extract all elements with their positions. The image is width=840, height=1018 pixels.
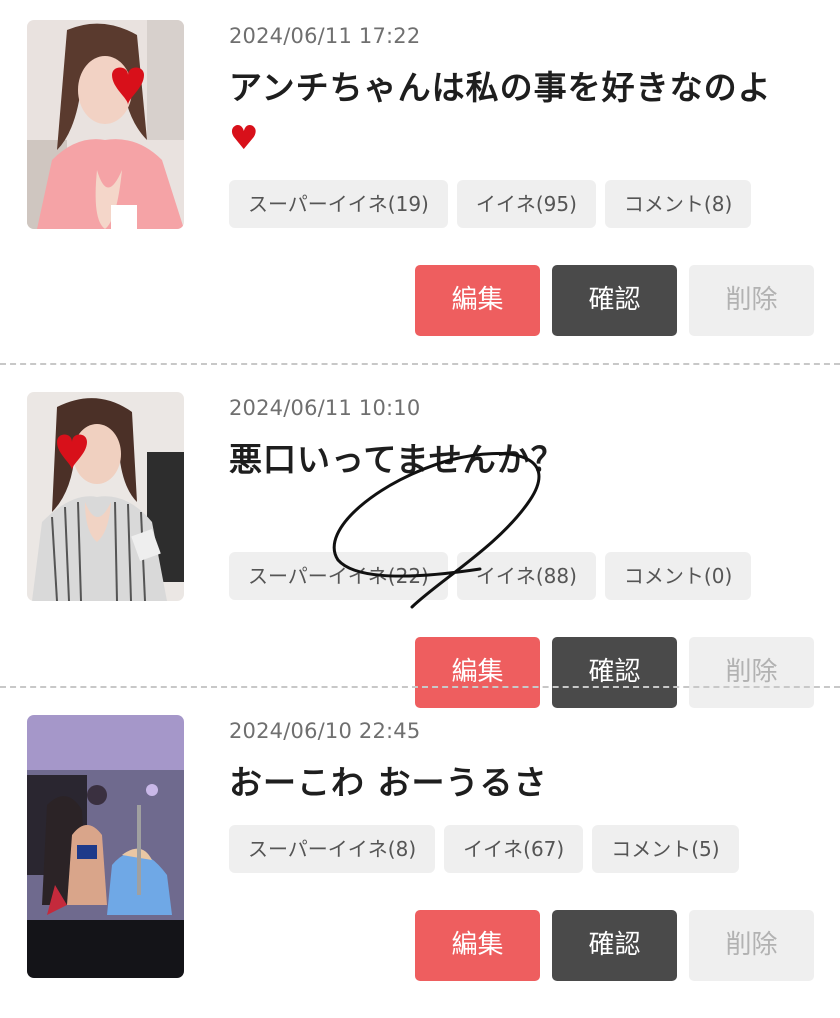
confirm-button[interactable]: 確認 [552,910,677,981]
post-photo-stage-performance [27,715,184,978]
post-actions: 編集 確認 削除 [415,910,814,981]
edit-button[interactable]: 編集 [415,265,540,336]
heart-icon: ♥ [229,118,260,157]
post-date: 2024/06/11 10:10 [229,396,421,420]
like-count[interactable]: イイネ(95) [456,180,596,228]
post-thumbnail[interactable] [27,20,184,229]
edit-button[interactable]: 編集 [415,910,540,981]
like-count[interactable]: イイネ(67) [444,825,584,873]
comment-count[interactable]: コメント(5) [592,825,739,873]
post-title-text: おーこわ おーうるさ [229,763,548,802]
post-divider [0,363,840,365]
post-thumbnail[interactable] [27,715,184,978]
confirm-button[interactable]: 確認 [552,265,677,336]
post-card: 2024/06/10 22:45 おーこわ おーうるさ スーパーイイネ(8) イ… [0,695,840,1018]
post-stats: スーパーイイネ(8) イイネ(67) コメント(5) [229,825,739,873]
super-like-count[interactable]: スーパーイイネ(19) [229,180,448,228]
post-date: 2024/06/11 17:22 [229,24,421,48]
delete-button[interactable]: 削除 [689,265,814,336]
post-stats: スーパーイイネ(19) イイネ(95) コメント(8) [229,180,752,228]
post-actions: 編集 確認 削除 [415,265,814,336]
comment-count[interactable]: コメント(0) [604,552,752,600]
post-title: アンチちゃんは私の事を好きなのよ ♥ [229,63,819,163]
super-like-count[interactable]: スーパーイイネ(22) [229,552,448,600]
post-stats: スーパーイイネ(22) イイネ(88) コメント(0) [229,552,752,600]
post-title: 悪口いってませんか？ [229,435,819,485]
post-title: おーこわ おーうるさ [229,758,819,808]
post-title-text: アンチちゃんは私の事を好きなのよ [229,68,772,107]
post-card: 2024/06/11 10:10 悪口いってませんか？ スーパーイイネ(22) … [0,372,840,708]
post-thumbnail[interactable] [27,392,184,601]
post-photo-woman-pink-cardigan [27,20,184,229]
like-count[interactable]: イイネ(88) [456,552,596,600]
post-date: 2024/06/10 22:45 [229,719,421,743]
post-divider [0,686,840,688]
comment-count[interactable]: コメント(8) [604,180,752,228]
post-photo-woman-striped-dress [27,392,184,601]
post-card: 2024/06/11 17:22 アンチちゃんは私の事を好きなのよ ♥ スーパーイ… [0,0,840,336]
super-like-count[interactable]: スーパーイイネ(8) [229,825,436,873]
delete-button[interactable]: 削除 [689,910,814,981]
post-title-text: 悪口いってませんか？ [229,440,565,479]
